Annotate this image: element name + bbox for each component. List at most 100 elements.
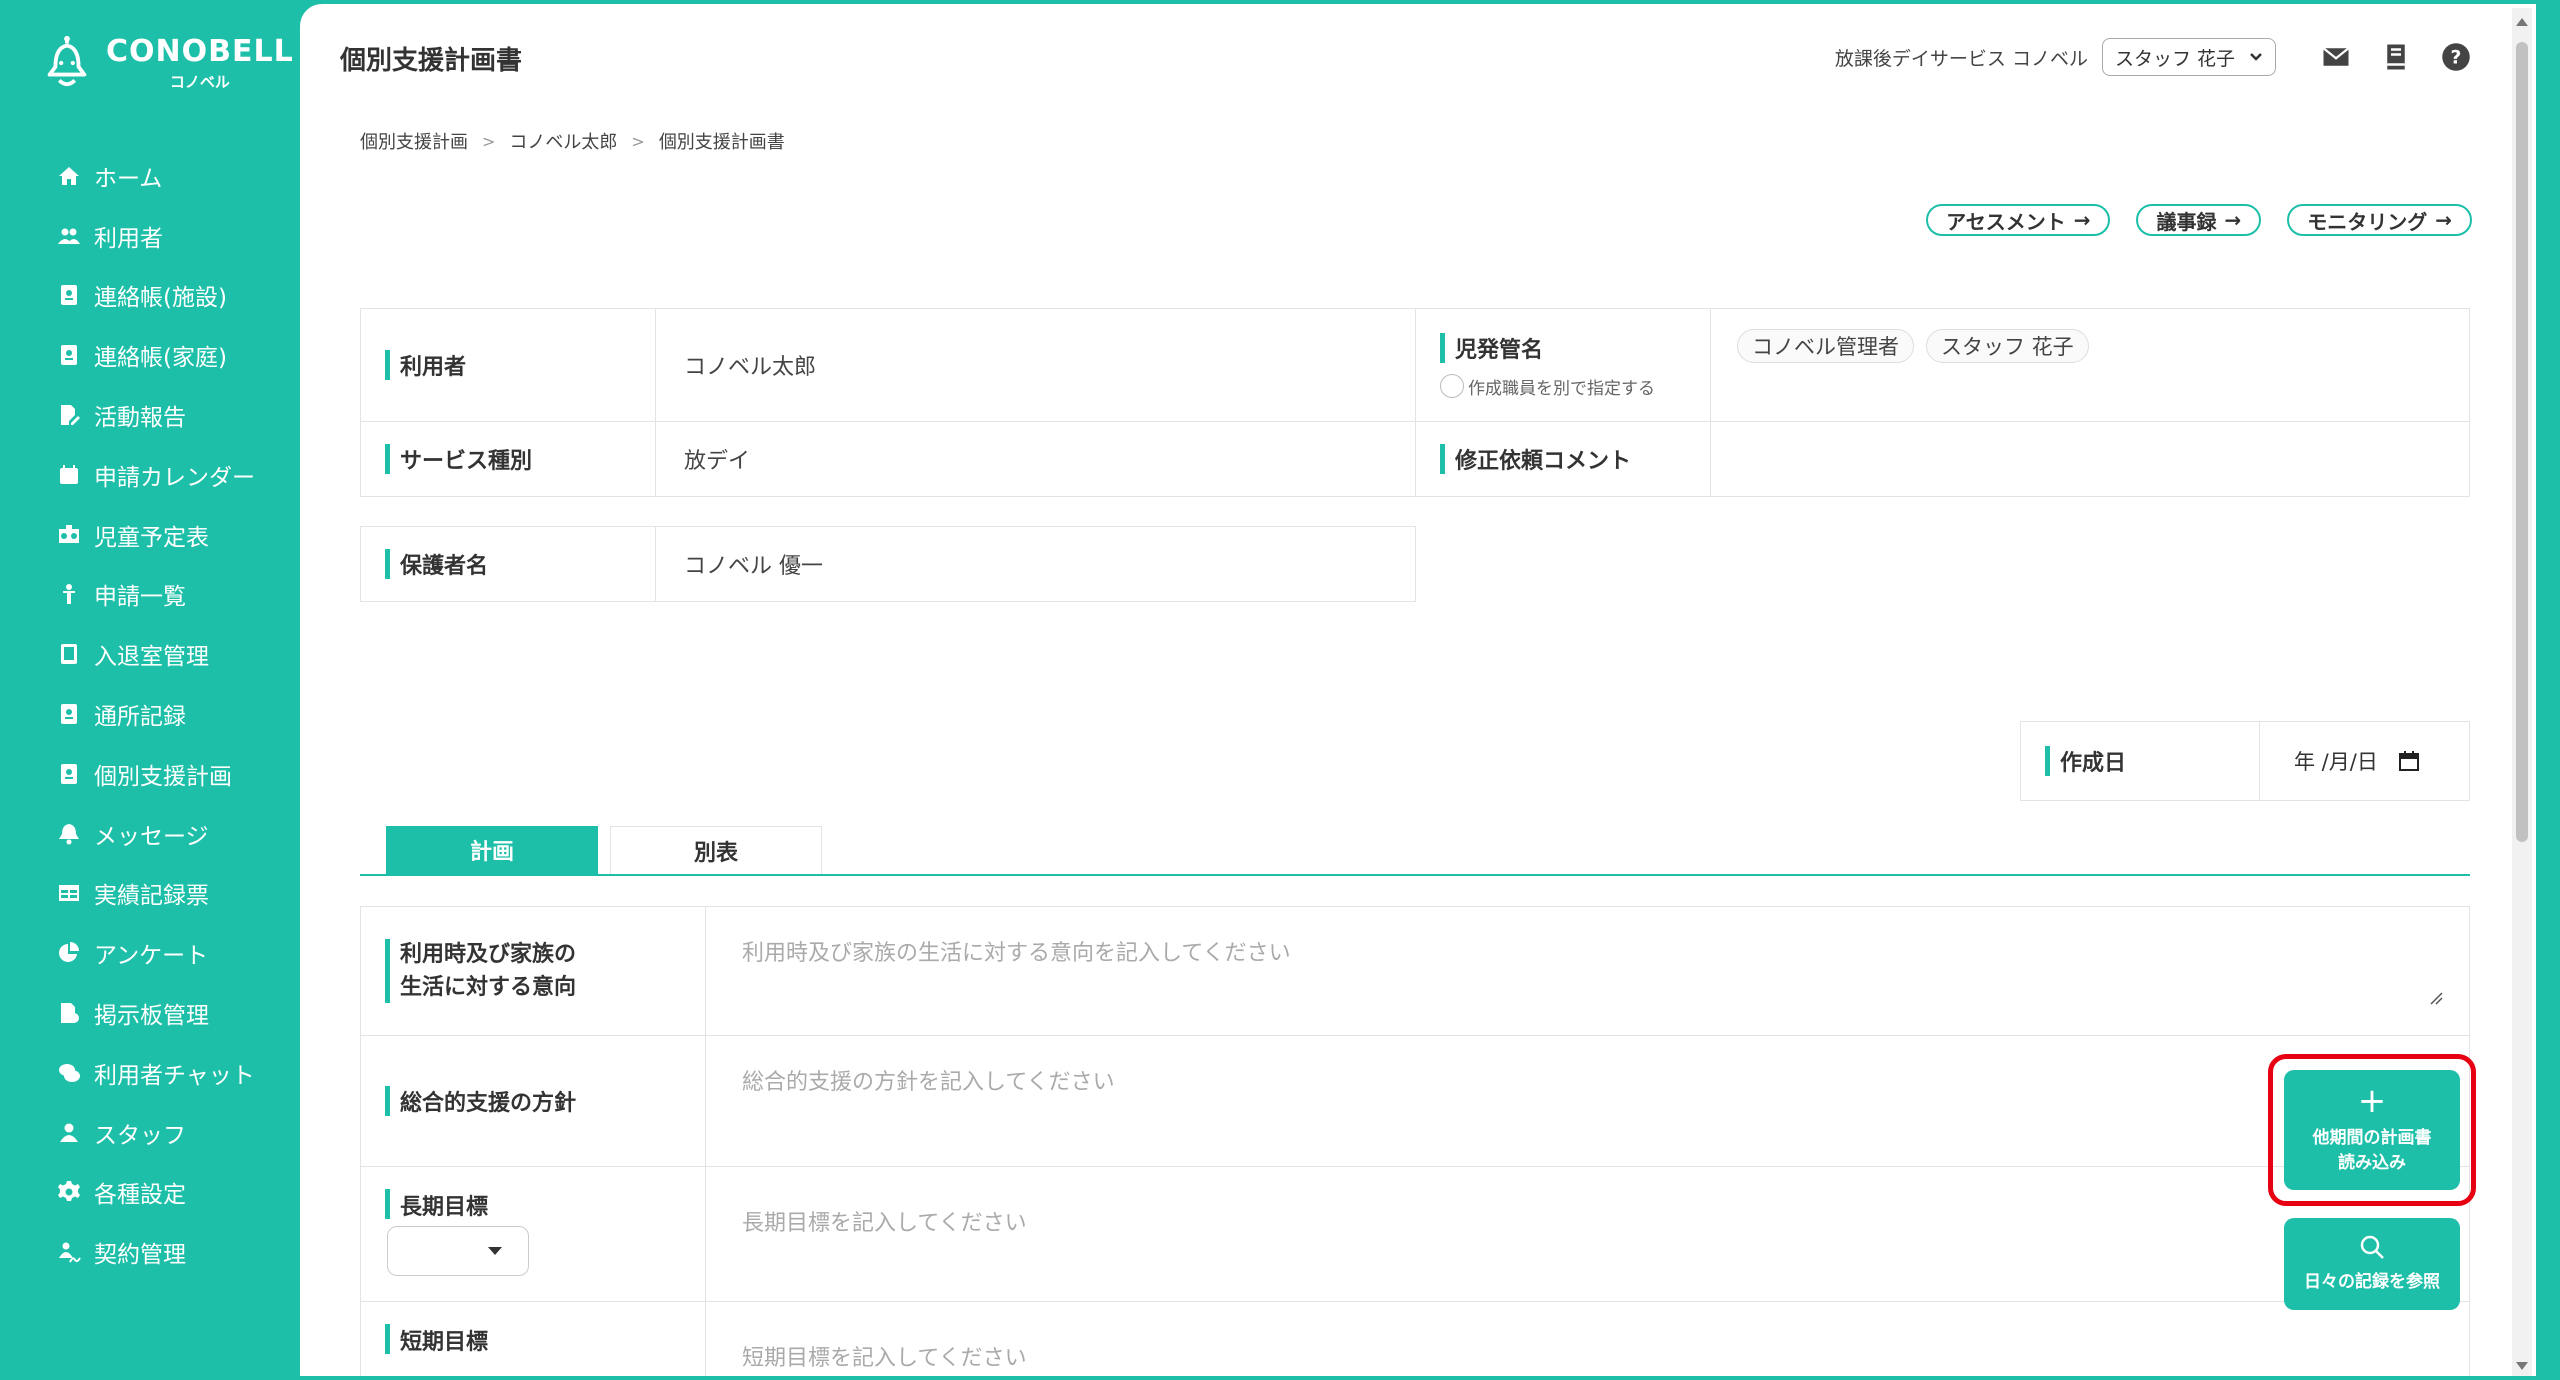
breadcrumb-item-plan-list[interactable]: 個別支援計画 [360, 128, 468, 154]
sidebar-item-label: 連絡帳(施設) [94, 285, 227, 312]
monitoring-link[interactable]: モニタリング → [2287, 204, 2472, 236]
sidebar-item-10[interactable]: 個別支援計画 [0, 744, 300, 804]
scroll-thumb[interactable] [2516, 42, 2528, 842]
long-term-placeholder: 長期目標を記入してください [742, 1211, 1027, 1236]
sidebar-item-2[interactable]: 連絡帳(施設) [0, 266, 300, 326]
users-icon [56, 223, 82, 249]
sidebar-item-label: メッセージ [94, 823, 209, 850]
vertical-scrollbar[interactable] [2512, 8, 2532, 1376]
sidebar-item-9[interactable]: 通所記録 [0, 684, 300, 744]
sidebar-item-17[interactable]: 各種設定 [0, 1163, 300, 1223]
service-value-cell: 放デイ [655, 421, 1416, 497]
service-value: 放デイ [684, 449, 751, 474]
sidebar-item-3[interactable]: 連絡帳(家庭) [0, 325, 300, 385]
arrow-right-icon: → [2073, 208, 2091, 232]
staff-select[interactable]: スタッフ 花子 [2101, 38, 2276, 76]
scroll-up-icon[interactable] [2516, 18, 2528, 26]
sidebar-item-16[interactable]: スタッフ [0, 1103, 300, 1163]
sidebar-item-1[interactable]: 利用者 [0, 206, 300, 266]
long-term-textarea[interactable]: 長期目標を記入してください [705, 1166, 2470, 1302]
contract-icon [56, 1239, 82, 1265]
home-icon [56, 163, 82, 189]
policy-label-cell: 総合的支援の方針 [360, 1035, 706, 1167]
assessment-link[interactable]: アセスメント → [1926, 204, 2111, 236]
logo-sub-text: コノベル [169, 73, 230, 91]
sidebar-item-label: 連絡帳(家庭) [94, 345, 227, 372]
plan-icon [56, 761, 82, 787]
sidebar-item-label: 入退室管理 [94, 644, 209, 671]
calendar-icon[interactable] [2398, 750, 2420, 772]
breadcrumb: 個別支援計画 > コノベル太郎 > 個別支援計画書 [360, 128, 785, 154]
sidebar-item-12[interactable]: 実績記録票 [0, 864, 300, 924]
user-value-cell: コノベル太郎 [655, 308, 1416, 422]
sidebar-item-14[interactable]: 掲示板管理 [0, 983, 300, 1043]
breadcrumb-item-user[interactable]: コノベル太郎 [509, 128, 617, 154]
sidebar-item-label: 利用者 [94, 225, 163, 252]
facility-name: 放課後デイサービス コノベル [1834, 47, 2088, 70]
related-docs-links: アセスメント → 議事録 → モニタリング → [1926, 204, 2472, 236]
sidebar-item-label: 通所記録 [94, 704, 186, 731]
app-logo[interactable]: CONOBELL コノベル [38, 34, 294, 92]
short-term-textarea[interactable]: 短期目標を記入してください [705, 1301, 2470, 1376]
arrow-right-icon: → [2435, 208, 2452, 232]
sidebar-item-label: スタッフ [94, 1122, 186, 1149]
long-term-label: 長期目標 [400, 1195, 489, 1220]
manager-label-cell: 児発管名 作成職員を別で指定する [1415, 308, 1711, 422]
guardian-label-cell: 保護者名 [360, 526, 656, 602]
caret-down-icon [488, 1247, 502, 1255]
help-icon[interactable]: ? [2440, 41, 2472, 73]
mail-icon[interactable] [2320, 41, 2352, 73]
sidebar-item-label: ホーム [94, 165, 163, 192]
sidebar-item-label: 実績記録票 [94, 883, 209, 910]
manager-tag[interactable]: コノベル管理者 [1737, 329, 1914, 363]
sidebar-item-label: 掲示板管理 [94, 1003, 209, 1030]
manual-book-icon[interactable] [2380, 41, 2412, 73]
bell-logo-icon [47, 35, 87, 87]
scroll-down-icon[interactable] [2516, 1362, 2528, 1370]
sidebar-item-18[interactable]: 契約管理 [0, 1222, 300, 1282]
sidebar-item-label: 個別支援計画 [94, 763, 232, 790]
separate-creator-option[interactable]: 作成職員を別で指定する [1440, 374, 1655, 399]
separate-creator-label: 作成職員を別で指定する [1468, 378, 1655, 399]
intent-textarea[interactable]: 利用時及び家族の生活に対する意向を記入してください [705, 906, 2470, 1036]
svg-text:?: ? [2451, 47, 2462, 68]
sidebar-item-8[interactable]: 入退室管理 [0, 624, 300, 684]
tab-appendix[interactable]: 別表 [610, 826, 822, 874]
sidebar-item-label: 児童予定表 [94, 524, 209, 551]
arrow-right-icon: → [2224, 208, 2242, 232]
tab-divider [360, 874, 2470, 876]
tablet-icon [56, 641, 82, 667]
view-daily-records-button[interactable]: 日々の記録を参照 [2284, 1218, 2460, 1310]
sidebar-item-5[interactable]: 申請カレンダー [0, 445, 300, 505]
logo-text: CONOBELL [106, 34, 294, 69]
manager-tag[interactable]: スタッフ 花子 [1926, 329, 2089, 363]
search-icon [2360, 1236, 2384, 1260]
daily-records-label: 日々の記録を参照 [2304, 1272, 2440, 1293]
sidebar-item-6[interactable]: 児童予定表 [0, 505, 300, 565]
long-term-period-select[interactable] [387, 1226, 529, 1276]
import-other-period-plan-button[interactable]: + 他期間の計画書 読み込み [2284, 1070, 2460, 1190]
main-panel: 個別支援計画書 放課後デイサービス コノベル スタッフ 花子 ? 個別支援計画 … [300, 4, 2536, 1376]
plus-icon: + [2357, 1080, 2387, 1121]
short-term-placeholder: 短期目標を記入してください [742, 1346, 1027, 1371]
created-date-input[interactable]: 年 /月/日 [2259, 721, 2470, 801]
guardian-value-cell: コノベル 優一 [655, 526, 1416, 602]
monitoring-label: モニタリング [2307, 209, 2428, 234]
minutes-link[interactable]: 議事録 → [2136, 204, 2262, 236]
created-date-value: 年 /月/日 [2294, 750, 2378, 774]
resize-handle-icon[interactable] [2429, 991, 2443, 1005]
sidebar-item-11[interactable]: メッセージ [0, 804, 300, 864]
sidebar-item-13[interactable]: アンケート [0, 923, 300, 983]
sidebar-item-label: 契約管理 [94, 1242, 186, 1269]
sidebar-item-0[interactable]: ホーム [0, 146, 300, 206]
sidebar-item-label: アンケート [94, 943, 209, 970]
radio-button[interactable] [1440, 374, 1464, 398]
sidebar-item-4[interactable]: 活動報告 [0, 385, 300, 445]
sidebar-item-label: 利用者チャット [94, 1062, 255, 1089]
policy-textarea[interactable]: 総合的支援の方針を記入してください [705, 1035, 2470, 1167]
sidebar-item-15[interactable]: 利用者チャット [0, 1043, 300, 1103]
tab-plan[interactable]: 計画 [386, 826, 598, 874]
minutes-label: 議事録 [2156, 209, 2217, 234]
user-label: 利用者 [400, 355, 467, 380]
sidebar-item-7[interactable]: 申請一覧 [0, 565, 300, 625]
